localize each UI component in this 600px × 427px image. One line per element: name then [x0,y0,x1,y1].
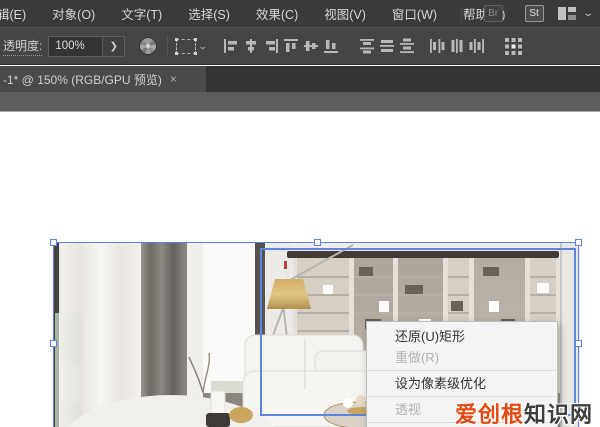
illustrator-window: 辑(E) 对象(O) 文字(T) 选择(S) 效果(C) 视图(V) 窗口(W)… [0,0,600,427]
align-to-pixel-grid-icon[interactable] [504,38,522,55]
distribute-left-icon[interactable] [429,38,445,54]
watermark: 爱创根知识网 [455,397,593,427]
menu-view[interactable]: 视图(V) [311,4,379,23]
context-menu-item-undo-rectangle[interactable]: 还原(U)矩形 [367,326,557,347]
distribute-h-center-icon[interactable] [449,38,465,54]
opacity-input[interactable]: 100% [48,35,104,57]
document-tab-bar: -1* @ 150% (RGB/GPU 预览) × [0,66,600,92]
menubar-separator [460,5,462,22]
distribute-bottom-icon[interactable] [399,38,415,54]
pasteboard-strip [0,92,600,112]
align-bottom-icon[interactable] [323,38,339,54]
context-menu-item-make-pixel-perfect[interactable]: 设为像素级优化 [367,373,557,394]
menu-effect[interactable]: 效果(C) [243,4,311,23]
distribute-v-center-icon[interactable] [379,38,395,54]
stock-button[interactable]: St [524,5,544,22]
menu-bar: 辑(E) 对象(O) 文字(T) 选择(S) 效果(C) 视图(V) 窗口(W)… [0,0,600,27]
menu-select[interactable]: 选择(S) [175,4,243,23]
workspace-switcher-icon[interactable] [557,7,576,20]
menu-edit[interactable]: 辑(E) [0,4,39,23]
close-tab-icon[interactable]: × [170,72,177,86]
context-menu-separator [368,370,556,371]
menu-window[interactable]: 窗口(W) [379,4,450,23]
align-right-icon[interactable] [263,38,279,54]
align-h-center-icon[interactable] [243,38,259,54]
menu-object[interactable]: 对象(O) [39,4,108,23]
distribute-right-icon[interactable] [469,38,485,54]
document-tab[interactable]: -1* @ 150% (RGB/GPU 预览) × [0,66,206,92]
toolbar-separator [167,35,169,57]
bridge-button[interactable]: Br [483,5,503,22]
options-toolbar: 透明度: 100% ❯ ⌄ [0,27,600,65]
recolor-artwork-wheel-icon[interactable] [139,37,158,55]
distribute-top-icon[interactable] [359,38,375,54]
chevron-down-icon[interactable]: ⌄ [582,8,594,19]
align-icons-group [223,38,525,55]
watermark-rest: 知识网 [524,402,594,427]
opacity-label[interactable]: 透明度: [3,37,43,56]
context-menu-item-redo: 重做(R) [395,350,440,365]
watermark-highlight: 爱创根 [455,402,525,427]
chevron-down-icon[interactable]: ⌄ [198,41,208,52]
align-left-icon[interactable] [223,38,239,54]
bounding-box-dashed-icon[interactable] [175,37,198,55]
align-top-icon[interactable] [283,38,299,54]
opacity-expand-button[interactable]: ❯ [103,35,126,57]
document-title: -1* @ 150% (RGB/GPU 预览) [3,72,162,87]
menu-type[interactable]: 文字(T) [108,4,175,23]
align-v-center-icon[interactable] [303,38,319,54]
